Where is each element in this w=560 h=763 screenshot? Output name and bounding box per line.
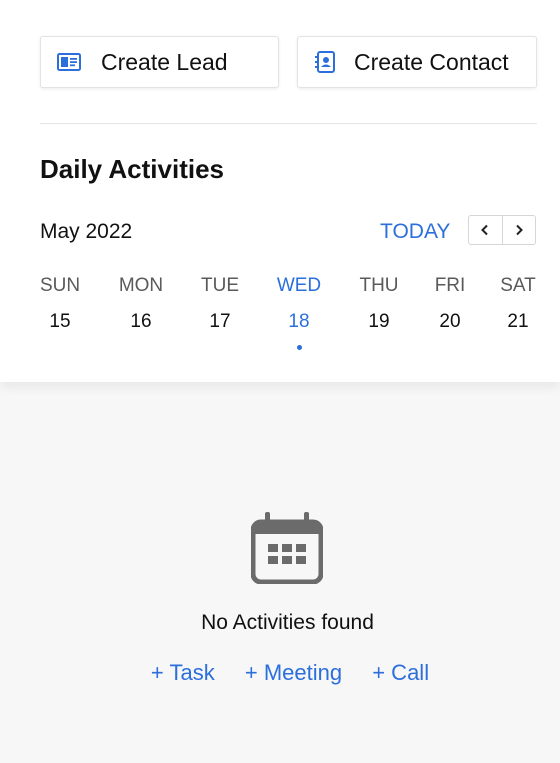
day-mon[interactable]: MON 16 xyxy=(106,275,176,333)
create-contact-label: Create Contact xyxy=(354,48,509,75)
day-number: 18 xyxy=(288,311,310,332)
day-tue[interactable]: TUE 17 xyxy=(185,275,255,333)
day-name: FRI xyxy=(434,275,466,296)
add-call-link[interactable]: + Call xyxy=(372,660,429,685)
day-number: 21 xyxy=(507,311,529,332)
selected-day-dot xyxy=(296,345,302,350)
next-week-button[interactable] xyxy=(501,216,536,244)
today-button[interactable]: TODAY xyxy=(380,220,450,244)
day-fri[interactable]: FRI 20 xyxy=(415,275,485,333)
empty-state-message: No Activities found xyxy=(201,611,374,634)
day-name: TUE xyxy=(201,275,239,296)
section-title: Daily Activities xyxy=(40,154,225,184)
add-task-link[interactable]: + Task xyxy=(151,660,215,685)
week-nav xyxy=(468,215,536,245)
day-number: 15 xyxy=(49,311,71,332)
quick-add-links: + Task + Meeting + Call xyxy=(0,660,560,686)
contact-book-icon xyxy=(315,51,335,73)
chevron-right-icon xyxy=(516,224,523,236)
day-number: 20 xyxy=(439,311,461,332)
activities-panel: Create Lead Create Contact Daily Activit… xyxy=(0,0,560,382)
day-wed[interactable]: WED 18 xyxy=(264,275,334,350)
divider xyxy=(40,123,537,124)
day-number: 16 xyxy=(130,311,152,332)
calendar-icon xyxy=(251,512,323,584)
day-sun[interactable]: SUN 15 xyxy=(25,275,95,333)
prev-week-button[interactable] xyxy=(469,216,502,244)
day-name: SAT xyxy=(500,275,536,296)
day-number: 17 xyxy=(209,311,231,332)
month-label: May 2022 xyxy=(40,220,133,243)
day-name: THU xyxy=(359,275,399,296)
day-thu[interactable]: THU 19 xyxy=(344,275,414,333)
create-contact-button[interactable]: Create Contact xyxy=(297,36,537,88)
day-name: MON xyxy=(118,275,164,296)
day-name: WED xyxy=(276,275,322,296)
day-sat[interactable]: SAT 21 xyxy=(483,275,553,333)
day-name: SUN xyxy=(39,275,81,296)
day-number: 19 xyxy=(368,311,390,332)
add-meeting-link[interactable]: + Meeting xyxy=(245,660,342,685)
id-card-icon xyxy=(57,53,81,71)
create-lead-button[interactable]: Create Lead xyxy=(40,36,279,88)
create-lead-label: Create Lead xyxy=(101,48,228,75)
chevron-left-icon xyxy=(481,224,488,236)
